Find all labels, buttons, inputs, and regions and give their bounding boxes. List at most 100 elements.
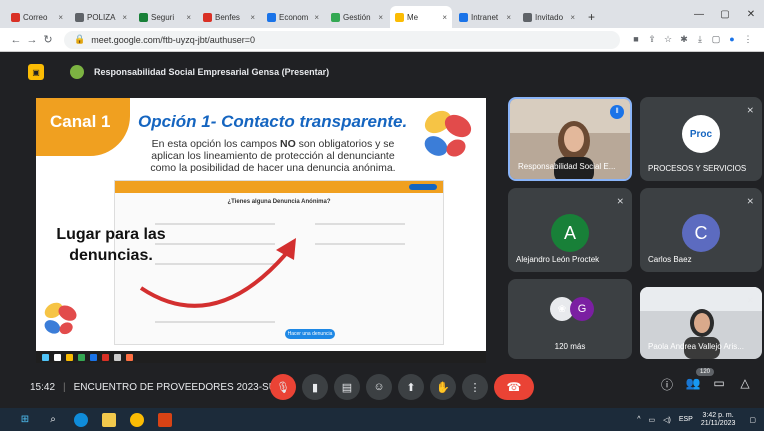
lugar-label: Lugar para las denuncias. xyxy=(56,226,166,264)
participant-tile[interactable]: ⨯ A Alejandro León Proctek xyxy=(508,188,632,272)
back-icon[interactable]: ← xyxy=(8,34,24,46)
download-icon[interactable]: ⤓ xyxy=(692,34,708,45)
network-icon[interactable]: ▭ xyxy=(649,416,656,424)
browser-tab[interactable]: Seguri × xyxy=(134,6,196,28)
system-clock[interactable]: 3:42 p. m. 21/11/2023 xyxy=(701,412,736,428)
presenting-icon[interactable]: ▣ xyxy=(28,64,44,80)
present-button[interactable]: ⬆ xyxy=(398,374,424,400)
tab-favicon-icon xyxy=(75,12,84,22)
participant-count-badge: 120 xyxy=(695,368,714,376)
form-question: ¿Tienes alguna Denuncia Anónima? xyxy=(227,199,331,205)
meeting-name: ENCUENTRO DE PROVEEDORES 2023-SU... xyxy=(73,381,285,393)
tab-close-icon[interactable]: × xyxy=(442,13,447,22)
mic-toggle-button[interactable]: 🎙 xyxy=(270,374,296,400)
notifications-icon[interactable]: ▢ xyxy=(749,416,756,424)
search-icon[interactable]: ⌕ xyxy=(46,413,60,427)
people-icon[interactable]: 👥 xyxy=(680,376,706,393)
volume-icon[interactable]: ◁) xyxy=(663,416,671,424)
camera-toggle-button[interactable]: ▮ xyxy=(302,374,328,400)
participant-name: Alejandro León Proctek xyxy=(516,255,600,264)
participant-tile[interactable]: ⨯ C Carlos Baez xyxy=(640,188,762,272)
camera-icon[interactable]: ■ xyxy=(628,34,644,45)
tab-close-icon[interactable]: × xyxy=(186,13,191,22)
tab-favicon-icon xyxy=(523,12,532,22)
browser-tab[interactable]: Correo × xyxy=(6,6,68,28)
chat-icon[interactable]: ▭ xyxy=(706,376,732,393)
chrome-icon[interactable] xyxy=(130,412,144,427)
language-indicator[interactable]: ESP xyxy=(679,416,693,423)
os-taskbar: ⊞ ⌕ ^ ▭ ◁) ESP 3:42 p. m. 21/11/2023 ▢ xyxy=(0,408,764,431)
tray-chevron-icon[interactable]: ^ xyxy=(637,416,640,423)
reload-icon[interactable]: ↻ xyxy=(40,33,56,46)
mic-off-icon: ⨯ xyxy=(746,105,754,115)
tab-close-icon[interactable]: × xyxy=(506,13,511,22)
participant-avatar: A xyxy=(551,214,589,252)
tab-label: Benfes xyxy=(215,12,240,22)
tab-label: Econom xyxy=(279,12,309,22)
butterfly-icon xyxy=(424,110,472,157)
tab-favicon-icon xyxy=(203,12,212,22)
browser-tab[interactable]: Me × xyxy=(390,6,452,28)
browser-tab[interactable]: POLIZA × xyxy=(70,6,132,28)
raise-hand-button[interactable]: ✋ xyxy=(430,374,456,400)
more-options-button[interactable]: ⋮ xyxy=(462,374,488,400)
tab-close-icon[interactable]: × xyxy=(58,13,63,22)
url-field[interactable]: 🔒 meet.google.com/ftb-uyzq-jbt/authuser=… xyxy=(64,30,620,49)
info-icon[interactable]: ⓘ xyxy=(654,376,680,393)
slide-title: Opción 1- Contacto transparente. xyxy=(138,112,408,131)
shared-screen-taskbar xyxy=(36,351,486,363)
tab-favicon-icon xyxy=(395,12,404,22)
browser-tab[interactable]: Gestión × xyxy=(326,6,388,28)
browser-tab[interactable]: Intranet × xyxy=(454,6,516,28)
tab-close-icon[interactable]: × xyxy=(250,13,255,22)
tab-label: Intranet xyxy=(471,12,499,22)
tab-favicon-icon xyxy=(11,12,20,22)
tab-close-icon[interactable]: × xyxy=(122,13,127,22)
office-icon[interactable] xyxy=(158,412,172,427)
system-tray: ^ ▭ ◁) ESP 3:42 p. m. 21/11/2023 ▢ xyxy=(637,412,764,428)
tab-label: Invitado xyxy=(535,12,564,22)
activities-icon[interactable]: △ xyxy=(732,376,758,393)
tab-favicon-icon xyxy=(267,12,276,22)
file-explorer-icon[interactable] xyxy=(102,412,116,427)
profile-icon[interactable]: ● xyxy=(724,34,740,45)
tab-close-icon[interactable]: × xyxy=(314,13,319,22)
browser-tab[interactable]: Econom × xyxy=(262,6,324,28)
participant-tile[interactable]: ⦀ Responsabilidad Social E... xyxy=(508,97,632,181)
mic-off-icon: ⨯ xyxy=(746,196,754,206)
participant-name: PROCESOS Y SERVICIOS xyxy=(648,164,747,173)
participant-tile[interactable]: ⨯ Paola Andrea Vallejo Aris... xyxy=(640,287,762,359)
bookmark-icon[interactable]: ☆ xyxy=(660,34,676,45)
maximize-icon[interactable]: ▢ xyxy=(712,9,738,20)
share-icon[interactable]: ⇪ xyxy=(644,34,660,45)
browser-tab[interactable]: Benfes × xyxy=(198,6,260,28)
leave-call-button[interactable]: ☎ xyxy=(494,374,534,400)
minimize-icon[interactable]: — xyxy=(686,9,712,20)
participant-name: Responsabilidad Social E... xyxy=(518,162,616,171)
browser-tab[interactable]: Invitado × xyxy=(518,6,580,28)
extensions-icon[interactable]: ✱ xyxy=(676,34,692,45)
close-window-icon[interactable]: ✕ xyxy=(738,9,764,20)
forward-icon[interactable]: → xyxy=(24,34,40,46)
meeting-info: 15:42 | ENCUENTRO DE PROVEEDORES 2023-SU..… xyxy=(30,381,285,393)
participant-tile[interactable]: ⨯ Proc PROCESOS Y SERVICIOS xyxy=(640,97,762,181)
menu-icon[interactable]: ⋮ xyxy=(740,34,756,45)
tab-label: Correo xyxy=(23,12,48,22)
form-submit-button: Hacer una denuncia xyxy=(285,329,335,339)
new-tab-button[interactable]: + xyxy=(582,6,601,28)
tab-label: Me xyxy=(407,12,419,22)
captions-button[interactable]: ▤ xyxy=(334,374,360,400)
tab-label: POLIZA xyxy=(87,12,116,22)
speaking-indicator-icon: ⦀ xyxy=(610,105,624,119)
reactions-button[interactable]: ☺ xyxy=(366,374,392,400)
tab-close-icon[interactable]: × xyxy=(570,13,575,22)
edge-icon[interactable] xyxy=(74,412,88,427)
participant-tile[interactable]: ❀ G 120 más xyxy=(508,279,632,359)
windows-start-icon[interactable]: ⊞ xyxy=(18,413,32,427)
url-text: meet.google.com/ftb-uyzq-jbt/authuser=0 xyxy=(91,34,256,45)
participant-name: Carlos Baez xyxy=(648,255,692,264)
sidebar-icon[interactable]: ▢ xyxy=(708,34,724,45)
address-bar: ← → ↻ 🔒 meet.google.com/ftb-uyzq-jbt/aut… xyxy=(0,28,764,52)
tab-close-icon[interactable]: × xyxy=(378,13,383,22)
tab-label: Gestión xyxy=(343,12,371,22)
